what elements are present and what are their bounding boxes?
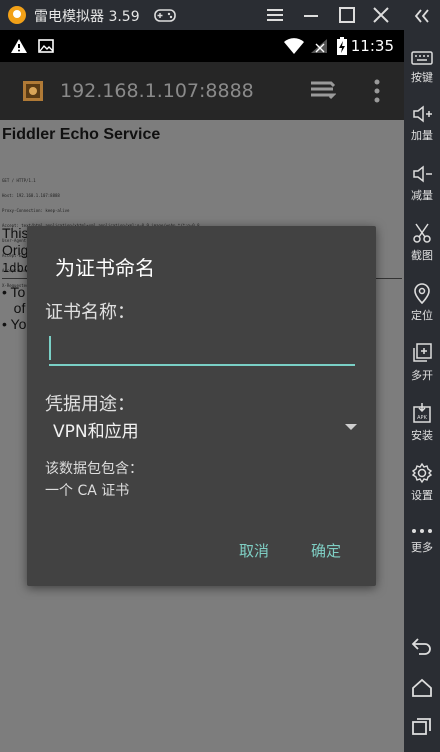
sidebar-item-label: 多开 <box>411 369 433 382</box>
sidebar-item-install[interactable]: APK 安装 <box>404 402 440 443</box>
sidebar-item-label: 更多 <box>411 541 433 554</box>
keyboard-icon <box>411 51 433 65</box>
name-certificate-dialog: 为证书命名 证书名称： 凭据用途： VPN和应用 该数据包包含： 一个 CA 证… <box>27 226 376 586</box>
dropdown-arrow-icon <box>345 424 357 430</box>
sidebar-item-label: 安装 <box>411 429 433 442</box>
minimize-icon[interactable] <box>300 4 322 26</box>
site-favicon-icon <box>23 81 43 101</box>
gear-icon <box>411 462 433 484</box>
back-arrow-icon <box>411 638 431 655</box>
certificate-name-label: 证书名称： <box>45 302 135 323</box>
sidebar-item-screenshot[interactable]: 截图 <box>404 222 440 263</box>
tabs-stack-icon[interactable] <box>310 80 336 102</box>
recents-button[interactable] <box>404 716 440 739</box>
package-info-value: 一个 CA 证书 <box>45 483 130 499</box>
gamepad-icon[interactable] <box>154 5 176 25</box>
sidebar-item-more[interactable]: 更多 <box>404 526 440 555</box>
sidebar-item-label: 截图 <box>411 249 433 262</box>
paragraph-line: This <box>2 225 29 241</box>
menu-icon[interactable] <box>264 4 286 26</box>
sidebar-item-settings[interactable]: 设置 <box>404 462 440 503</box>
header-line: Proxy-Connection: keep-alive <box>2 208 70 213</box>
overflow-menu-icon[interactable] <box>372 78 382 104</box>
sidebar-item-keys[interactable]: 按键 <box>404 50 440 85</box>
recents-icon <box>412 718 431 735</box>
apk-install-icon: APK <box>413 403 431 423</box>
sidebar-item-volume-up[interactable]: 加量 <box>404 104 440 143</box>
volume-up-icon <box>413 105 432 123</box>
emulator-title-bar: 雷电模拟器 3.59 <box>0 0 404 30</box>
collapse-sidebar-icon[interactable] <box>404 8 440 27</box>
android-status-bar: 11:35 <box>0 30 404 62</box>
credential-usage-label: 凭据用途： <box>45 394 135 415</box>
sidebar-item-label: 加量 <box>411 129 433 142</box>
location-pin-icon <box>414 283 430 304</box>
browser-toolbar: 192.168.1.107:8888 <box>0 62 404 120</box>
sidebar-item-label: 定位 <box>411 309 433 322</box>
volume-down-icon <box>413 165 432 183</box>
sidebar-item-multi-instance[interactable]: 多开 <box>404 342 440 383</box>
close-icon[interactable] <box>370 4 392 26</box>
package-info-label: 该数据包包含： <box>45 461 143 477</box>
certificate-name-field[interactable] <box>49 328 355 366</box>
dialog-title: 为证书命名 <box>55 256 155 280</box>
header-line: GET / HTTP/1.1 <box>2 178 36 183</box>
status-time: 11:35 <box>350 37 394 55</box>
sidebar-item-label: 减量 <box>411 189 433 202</box>
ok-button[interactable]: 确定 <box>311 540 341 561</box>
list-item[interactable]: • To <box>2 284 26 300</box>
list-item[interactable]: • Yo <box>2 316 26 332</box>
scissors-icon <box>413 223 431 243</box>
emulator-sidebar: 按键 加量 减量 截图 定位 多开 APK 安装 设置 更多 <box>404 0 440 752</box>
credential-usage-select[interactable]: VPN和应用 <box>45 414 357 442</box>
sidebar-item-location[interactable]: 定位 <box>404 282 440 323</box>
url-text[interactable]: 192.168.1.107:8888 <box>60 80 254 102</box>
app-logo-icon <box>8 6 26 24</box>
list-item: of <box>2 300 26 316</box>
home-button[interactable] <box>404 678 440 701</box>
no-signal-icon <box>311 39 327 53</box>
text-caret <box>49 336 51 360</box>
wifi-icon <box>284 38 304 54</box>
page-bullets: • To of • Yo <box>2 284 26 332</box>
page-paragraph: This Orig <box>2 225 28 259</box>
certificate-name-input[interactable] <box>49 328 355 364</box>
sidebar-item-label: 设置 <box>411 489 433 502</box>
battery-charging-icon <box>337 37 347 55</box>
multi-instance-icon <box>413 343 432 362</box>
home-icon <box>412 678 432 697</box>
emulator-title: 雷电模拟器 3.59 <box>34 9 140 25</box>
back-button[interactable] <box>404 636 440 659</box>
page-title: Fiddler Echo Service <box>2 126 161 143</box>
sidebar-item-volume-down[interactable]: 减量 <box>404 164 440 203</box>
cancel-button[interactable]: 取消 <box>239 540 269 561</box>
input-underline <box>49 364 355 366</box>
paragraph-line: Orig <box>2 242 29 258</box>
header-line: Host: 192.168.1.107:8888 <box>2 193 60 198</box>
more-dots-icon <box>412 529 432 533</box>
svg-text:APK: APK <box>417 415 427 421</box>
selected-usage: VPN和应用 <box>53 422 139 442</box>
image-icon <box>38 39 54 53</box>
sidebar-item-label: 按键 <box>411 71 433 84</box>
warning-icon <box>11 39 27 53</box>
maximize-icon[interactable] <box>336 4 358 26</box>
